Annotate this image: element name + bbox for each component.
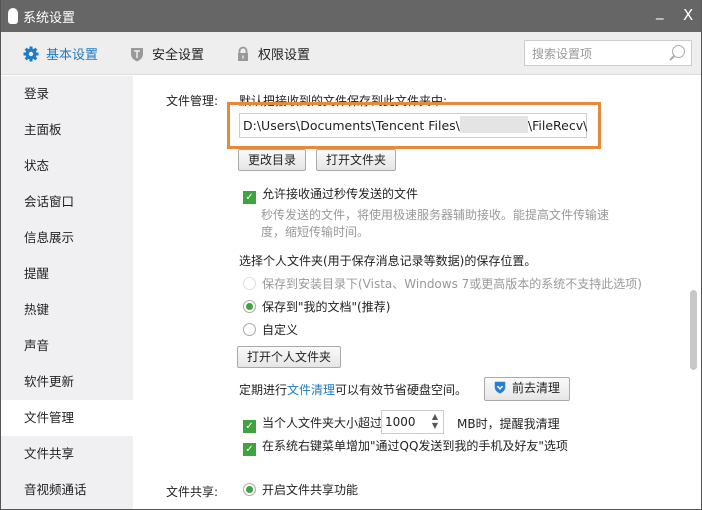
toolbar: 基本设置 安全设置 权限设置 搜索设置项 <box>1 32 701 75</box>
radio-label: 保存到安装目录下(Vista、Windows 7或更高版本的系统不支持此选项) <box>262 277 642 291</box>
minimize-button[interactable]: _ <box>656 2 664 20</box>
tab-label: 基本设置 <box>46 48 99 63</box>
personal-folder-title: 选择个人文件夹(用于保存消息记录等数据)的保存位置。 <box>239 254 537 268</box>
cleanup-pre: 定期进行 <box>239 383 288 397</box>
qq-penguin-icon <box>8 8 18 24</box>
checkmark-icon: ✓ <box>243 443 256 456</box>
radio-label: 保存到"我的文档"(推荐) <box>262 300 391 314</box>
file-sharing-label: 文件共享: <box>166 485 219 499</box>
radio-label: 自定义 <box>262 323 299 337</box>
title-bar: 系统设置 _ X <box>1 0 701 32</box>
file-cleanup-link[interactable]: 文件清理 <box>287 383 335 397</box>
checkbox-label: 在系统右键菜单增加"通过QQ发送到我的手机及好友"选项 <box>262 439 568 453</box>
checkbox-label: 允许接收通过秒传发送的文件 <box>262 187 419 201</box>
scrollbar-thumb[interactable] <box>690 290 697 370</box>
fast-transfer-desc: 秒传发送的文件，将使用极速服务器辅助接收。能提高文件传输速 <box>261 208 610 222</box>
spinner-arrows-icon[interactable]: ▲ ▼ <box>432 412 438 430</box>
radio-label: 开启文件共享功能 <box>262 483 359 497</box>
radio-icon <box>243 483 256 496</box>
change-directory-button[interactable]: 更改目录 <box>238 149 307 171</box>
sidebar-item-file-sharing[interactable]: 文件共享 <box>1 436 133 472</box>
close-button[interactable]: X <box>683 6 693 24</box>
redacted-qq-number <box>459 116 528 133</box>
sidebar-item-info-display[interactable]: 信息展示 <box>1 220 133 256</box>
checkmark-icon: ✓ <box>243 420 256 433</box>
sidebar-item-file-management[interactable]: 文件管理 <box>1 400 133 436</box>
sidebar-item-updates[interactable]: 软件更新 <box>1 364 133 400</box>
radio-icon <box>243 277 256 290</box>
sidebar-item-reminders[interactable]: 提醒 <box>1 256 133 292</box>
size-limit-stepper[interactable]: 1000 ▲ ▼ <box>381 410 444 434</box>
shield-icon <box>131 47 143 61</box>
allow-fast-transfer-checkbox[interactable]: ✓ 允许接收通过秒传发送的文件 <box>243 185 418 204</box>
sidebar-item-main-panel[interactable]: 主面板 <box>1 112 133 148</box>
sidebar-item-sound[interactable]: 声音 <box>1 328 133 364</box>
checkmark-icon: ✓ <box>243 191 256 204</box>
size-reminder-suffix: MB时，提醒我清理 <box>457 417 560 431</box>
settings-content: 文件管理: 默认把接收到的文件保存到此文件夹中: D:\Users\Docume… <box>133 76 701 509</box>
tab-label: 安全设置 <box>152 48 205 63</box>
tab-permission-settings[interactable]: 权限设置 <box>235 44 310 63</box>
path-prefix: D:\Users\Documents\Tencent Files\ <box>243 118 460 133</box>
open-personal-folder-button[interactable]: 打开个人文件夹 <box>237 346 342 368</box>
tab-label: 权限设置 <box>258 48 311 63</box>
size-value: 1000 <box>385 415 416 429</box>
gear-icon <box>23 46 39 61</box>
tab-basic-settings[interactable]: 基本设置 <box>23 44 98 63</box>
go-clean-label: 前去清理 <box>512 381 561 395</box>
cleanup-hint: 定期进行文件清理可以有效节省硬盘空间。 <box>239 381 467 398</box>
file-management-label: 文件管理: <box>166 94 219 108</box>
open-folder-button[interactable]: 打开文件夹 <box>316 149 397 171</box>
search-input[interactable]: 搜索设置项 <box>524 40 692 66</box>
sidebar-item-av-calls[interactable]: 音视频通话 <box>1 472 133 508</box>
enable-file-sharing-radio[interactable]: 开启文件共享功能 <box>243 481 358 498</box>
sidebar-item-login[interactable]: 登录 <box>1 76 133 112</box>
radio-my-documents[interactable]: 保存到"我的文档"(推荐) <box>243 298 390 315</box>
size-reminder-checkbox[interactable]: ✓ 当个人文件夹大小超过 <box>243 414 382 433</box>
fast-transfer-desc-2: 度，缩短传输时间。 <box>261 225 370 239</box>
sidebar: 登录 主面板 状态 会话窗口 信息展示 提醒 热键 声音 软件更新 文件管理 文… <box>1 76 133 509</box>
search-placeholder: 搜索设置项 <box>532 46 593 61</box>
radio-icon <box>243 323 256 336</box>
sidebar-item-status[interactable]: 状态 <box>1 148 133 184</box>
radio-install-dir[interactable]: 保存到安装目录下(Vista、Windows 7或更高版本的系统不支持此选项) <box>243 275 642 292</box>
context-menu-checkbox[interactable]: ✓ 在系统右键菜单增加"通过QQ发送到我的手机及好友"选项 <box>243 437 568 456</box>
cleanup-post: 可以有效节省硬盘空间。 <box>335 383 468 397</box>
save-path-field[interactable]: D:\Users\Documents\Tencent Files\ \FileRe… <box>239 113 587 138</box>
window-title: 系统设置 <box>23 10 76 26</box>
radio-custom[interactable]: 自定义 <box>243 321 298 338</box>
sidebar-item-chat-window[interactable]: 会话窗口 <box>1 184 133 220</box>
tab-security-settings[interactable]: 安全设置 <box>129 44 204 63</box>
settings-window: 系统设置 _ X 基本设置 安全设置 权限设置 搜索设置项 登录 主面板 状态 … <box>0 0 702 510</box>
sidebar-item-hotkeys[interactable]: 热键 <box>1 292 133 328</box>
search-icon[interactable] <box>672 45 685 58</box>
shield-check-icon <box>494 381 506 394</box>
lock-icon <box>238 46 248 61</box>
path-suffix: \FileRecv\ <box>527 118 588 133</box>
radio-icon <box>243 300 256 313</box>
checkbox-label: 当个人文件夹大小超过 <box>262 416 383 430</box>
go-clean-button[interactable]: 前去清理 <box>484 377 571 401</box>
